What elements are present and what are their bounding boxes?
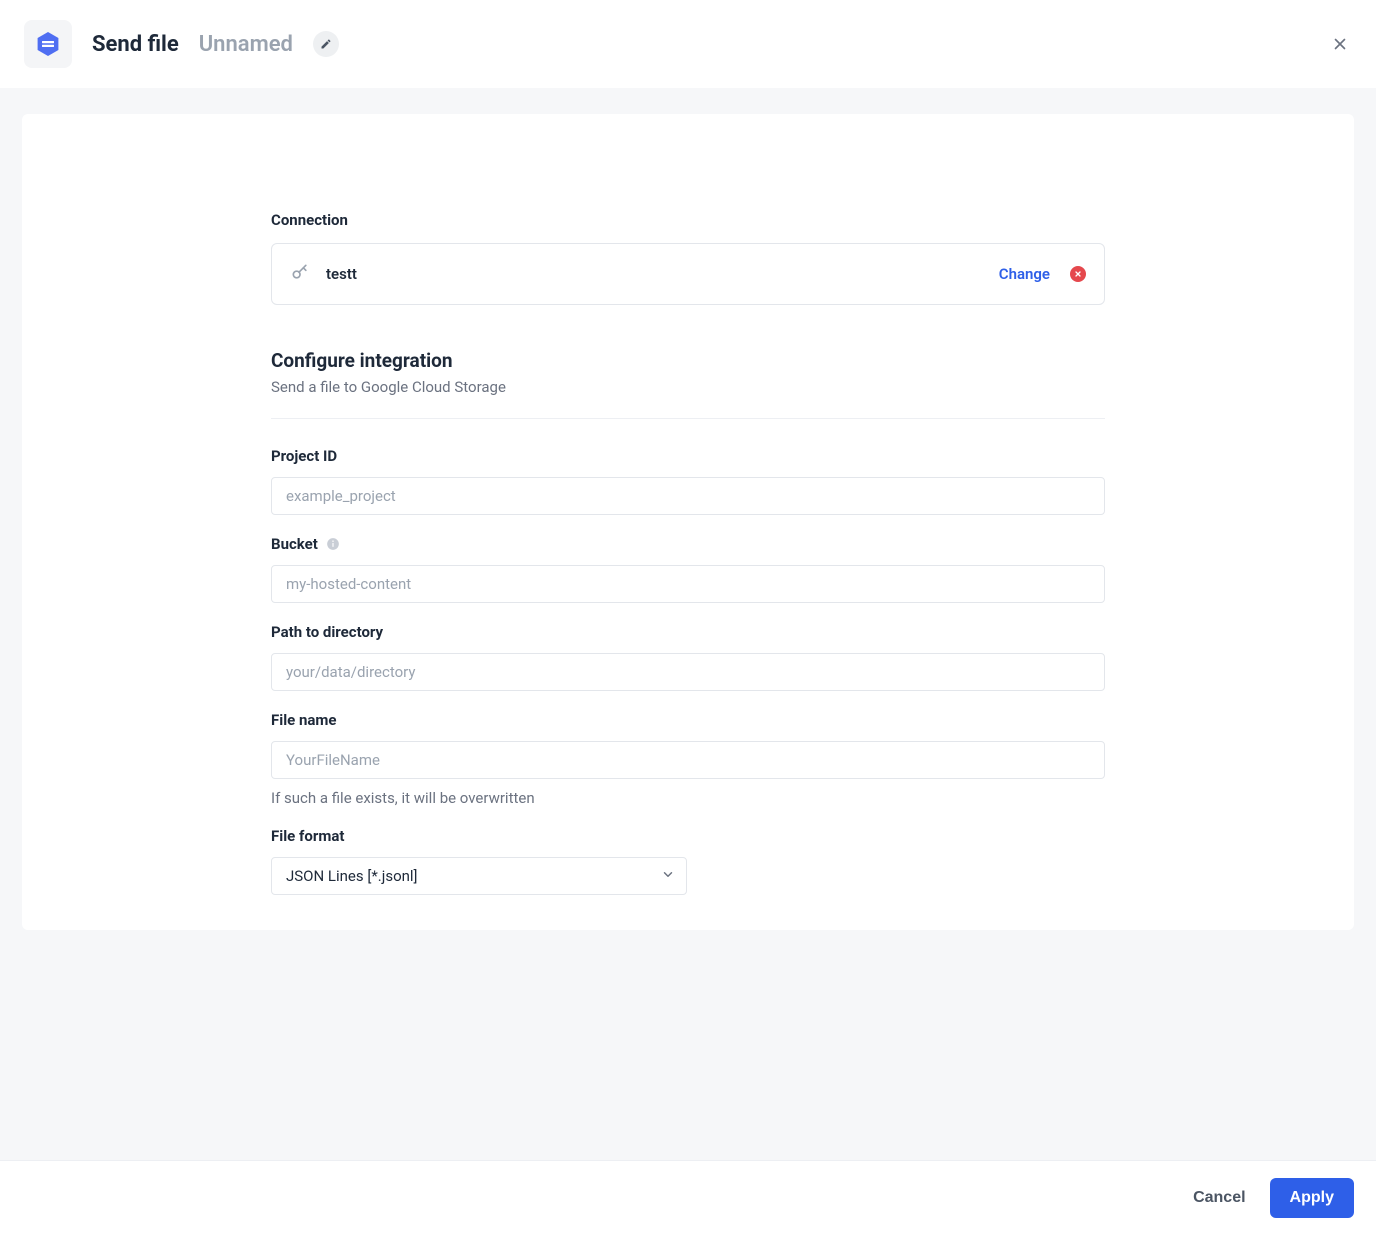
connection-right: Change — [999, 265, 1086, 283]
change-connection-link[interactable]: Change — [999, 265, 1050, 283]
info-icon[interactable] — [326, 537, 340, 551]
path-label: Path to directory — [271, 623, 1105, 641]
bucket-label: Bucket — [271, 535, 1105, 553]
connection-left: testt — [290, 262, 357, 286]
integration-title: Configure integration — [271, 349, 1105, 372]
remove-connection-button[interactable] — [1070, 266, 1086, 282]
header-left: Send file Unnamed — [24, 20, 339, 68]
field-path: Path to directory — [271, 623, 1105, 691]
apply-button[interactable]: Apply — [1270, 1178, 1354, 1218]
field-bucket: Bucket — [271, 535, 1105, 603]
page-title: Send file — [92, 32, 179, 57]
pencil-icon — [320, 38, 332, 50]
format-select[interactable] — [271, 857, 687, 895]
connection-box: testt Change — [271, 243, 1105, 305]
filename-label: File name — [271, 711, 1105, 729]
close-button[interactable] — [1328, 32, 1352, 56]
bucket-input[interactable] — [271, 565, 1105, 603]
filename-input[interactable] — [271, 741, 1105, 779]
footer: Cancel Apply — [0, 1160, 1376, 1234]
format-label: File format — [271, 827, 1105, 845]
field-project-id: Project ID — [271, 447, 1105, 515]
field-filename: File name If such a file exists, it will… — [271, 711, 1105, 807]
connection-heading: Connection — [271, 211, 1105, 229]
app-icon — [24, 20, 72, 68]
gcs-hexagon-icon — [34, 30, 62, 58]
page-header: Send file Unnamed — [0, 0, 1376, 88]
path-input[interactable] — [271, 653, 1105, 691]
field-format: File format — [271, 827, 1105, 895]
integration-desc: Send a file to Google Cloud Storage — [271, 378, 1105, 396]
form-container: Connection testt Change — [271, 211, 1105, 895]
format-select-wrap — [271, 857, 687, 895]
bucket-label-text: Bucket — [271, 535, 318, 553]
project-id-label: Project ID — [271, 447, 1105, 465]
key-icon — [290, 262, 310, 286]
divider — [271, 418, 1105, 419]
project-id-input[interactable] — [271, 477, 1105, 515]
edit-name-button[interactable] — [313, 31, 339, 57]
close-icon — [1331, 35, 1349, 53]
main-panel: Connection testt Change — [22, 114, 1354, 930]
filename-help: If such a file exists, it will be overwr… — [271, 789, 1105, 807]
cancel-button[interactable]: Cancel — [1191, 1181, 1247, 1215]
page-subtitle: Unnamed — [199, 32, 293, 57]
close-icon — [1074, 270, 1082, 278]
page-body: Connection testt Change — [0, 88, 1376, 1234]
connection-name: testt — [326, 265, 357, 283]
